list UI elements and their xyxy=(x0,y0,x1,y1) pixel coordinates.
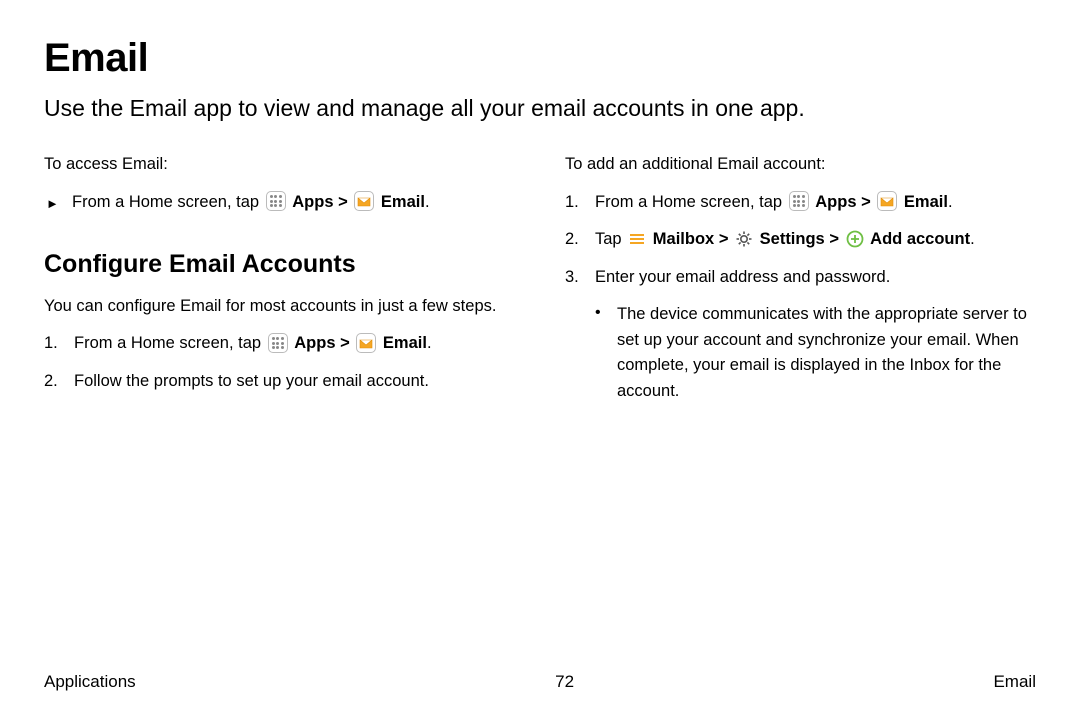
settings-icon xyxy=(735,230,753,248)
text-prefix: From a Home screen, tap xyxy=(74,334,266,352)
bullet-dot-icon: • xyxy=(595,302,617,324)
chevron-icon: > xyxy=(340,334,350,352)
add-account-label-text: Add account xyxy=(870,230,970,248)
triangle-bullet-icon: ► xyxy=(46,190,72,214)
list-body: Enter your email address and password. xyxy=(595,265,1036,291)
right-column: To add an additional Email account: 1. F… xyxy=(565,152,1036,407)
list-number: 2. xyxy=(44,369,74,395)
email-label: Email xyxy=(383,334,427,352)
add-step-1: 1. From a Home screen, tap Apps > Email. xyxy=(565,190,1036,216)
left-column: To access Email: ► From a Home screen, t… xyxy=(44,152,515,407)
page-footer: Applications 72 Email xyxy=(44,672,1036,692)
list-body: From a Home screen, tap Apps > Email. xyxy=(595,190,1036,216)
add-step-2: 2. Tap Mailbox > Settings > Add account. xyxy=(565,227,1036,253)
configure-section-title: Configure Email Accounts xyxy=(44,245,515,284)
add-step-3-note: • The device communicates with the appro… xyxy=(595,302,1036,404)
list-number: 1. xyxy=(565,190,595,216)
footer-page-number: 72 xyxy=(555,672,574,692)
email-icon xyxy=(877,191,897,211)
add-account-label: To add an additional Email account: xyxy=(565,152,1036,178)
apps-label: Apps xyxy=(815,193,856,211)
apps-icon xyxy=(268,333,288,353)
page-intro: Use the Email app to view and manage all… xyxy=(44,93,1036,124)
text-prefix: From a Home screen, tap xyxy=(595,193,787,211)
content-columns: To access Email: ► From a Home screen, t… xyxy=(44,152,1036,407)
chevron-icon: > xyxy=(829,230,839,248)
configure-step-1: 1. From a Home screen, tap Apps > Email. xyxy=(44,331,515,357)
apps-label: Apps xyxy=(292,193,333,211)
period: . xyxy=(425,193,430,211)
access-label: To access Email: xyxy=(44,152,515,178)
email-icon xyxy=(354,191,374,211)
mailbox-label: Mailbox xyxy=(653,230,714,248)
footer-left: Applications xyxy=(44,672,136,692)
email-label: Email xyxy=(381,193,425,211)
list-body: Tap Mailbox > Settings > Add account. xyxy=(595,227,1036,253)
chevron-icon: > xyxy=(861,193,871,211)
footer-right: Email xyxy=(993,672,1036,692)
apps-icon xyxy=(789,191,809,211)
list-body: From a Home screen, tap Apps > Email. xyxy=(74,331,515,357)
page-title: Email xyxy=(44,36,1036,81)
period: . xyxy=(948,193,953,211)
list-number: 2. xyxy=(565,227,595,253)
access-step-text: From a Home screen, tap Apps > Email. xyxy=(72,190,515,216)
apps-label: Apps xyxy=(294,334,335,352)
list-body: Follow the prompts to set up your email … xyxy=(74,369,515,395)
list-number: 1. xyxy=(44,331,74,357)
text-prefix: From a Home screen, tap xyxy=(72,193,264,211)
apps-icon xyxy=(266,191,286,211)
note-text: The device communicates with the appropr… xyxy=(617,302,1036,404)
period: . xyxy=(970,230,975,248)
email-icon xyxy=(356,333,376,353)
mailbox-icon xyxy=(628,230,646,248)
configure-step-2: 2. Follow the prompts to set up your ema… xyxy=(44,369,515,395)
email-label: Email xyxy=(904,193,948,211)
configure-section-desc: You can configure Email for most account… xyxy=(44,294,515,320)
list-number: 3. xyxy=(565,265,595,291)
access-step: ► From a Home screen, tap Apps > Email. xyxy=(44,190,515,216)
chevron-icon: > xyxy=(719,230,729,248)
text-prefix: Tap xyxy=(595,230,626,248)
chevron-icon: > xyxy=(338,193,348,211)
period: . xyxy=(427,334,432,352)
settings-label: Settings xyxy=(760,230,825,248)
plus-circle-icon xyxy=(846,230,864,248)
add-step-3: 3. Enter your email address and password… xyxy=(565,265,1036,291)
